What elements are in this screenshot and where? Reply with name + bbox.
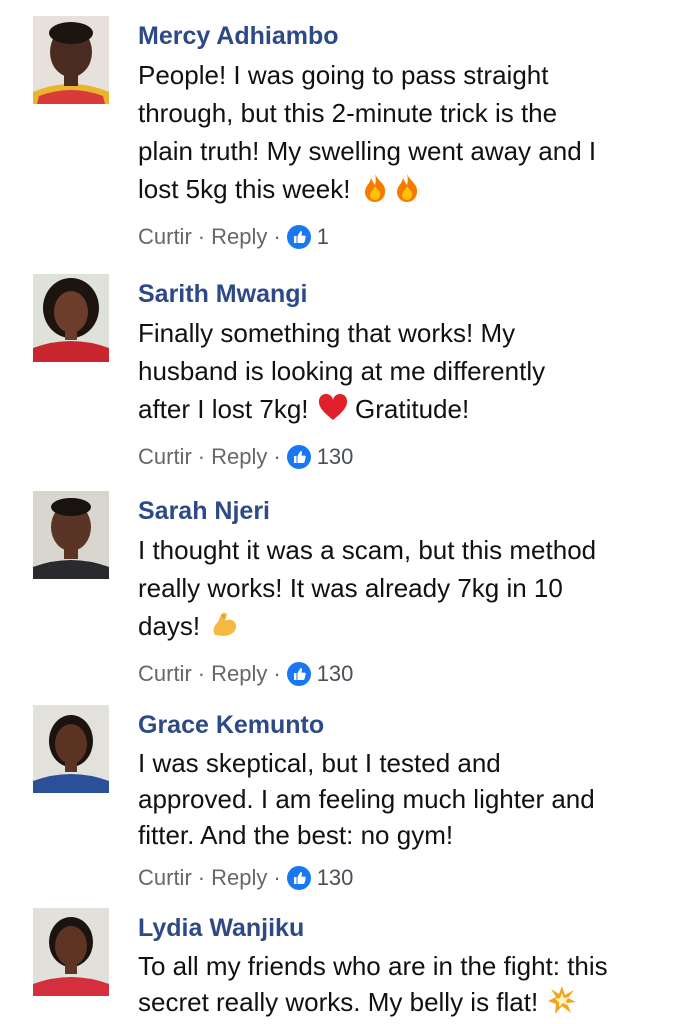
like-link[interactable]: Curtir bbox=[138, 222, 192, 252]
like-thumb-icon[interactable] bbox=[286, 225, 311, 249]
comment-body: Mercy Adhiambo People! I was going to pa… bbox=[138, 16, 668, 252]
comment-text: Finally something that works! My husband… bbox=[138, 314, 668, 432]
commenter-name[interactable]: Grace Kemunto bbox=[138, 709, 668, 741]
reaction-count: 130 bbox=[316, 661, 354, 686]
like-link[interactable]: Curtir bbox=[138, 442, 192, 472]
commenter-name[interactable]: Lydia Wanjiku bbox=[138, 912, 668, 944]
comment-body: Sarith Mwangi Finally something that wor… bbox=[138, 274, 668, 472]
biceps-icon bbox=[209, 609, 239, 649]
reaction-count: 1 bbox=[316, 224, 329, 249]
comment-body: Lydia Wanjiku To all my friends who are … bbox=[138, 908, 668, 1024]
comment-body: Sarah Njeri I thought it was a scam, but… bbox=[138, 491, 668, 689]
like-link[interactable]: Curtir bbox=[138, 863, 192, 893]
avatar[interactable] bbox=[33, 705, 109, 793]
comment-actions: Curtir · Reply · 130 bbox=[138, 863, 668, 893]
commenter-name[interactable]: Sarah Njeri bbox=[138, 495, 668, 527]
reply-link[interactable]: Reply bbox=[211, 863, 267, 893]
comment-body: Grace Kemunto I was skeptical, but I tes… bbox=[138, 705, 668, 893]
commenter-name[interactable]: Sarith Mwangi bbox=[138, 278, 668, 310]
avatar[interactable] bbox=[33, 491, 109, 579]
comment-text: I was skeptical, but I tested and approv… bbox=[138, 748, 595, 850]
reply-link[interactable]: Reply bbox=[211, 222, 267, 252]
reply-link[interactable]: Reply bbox=[211, 659, 267, 689]
reaction-count: 130 bbox=[316, 865, 354, 890]
like-thumb-icon[interactable] bbox=[286, 866, 311, 890]
avatar[interactable] bbox=[33, 16, 109, 104]
comment-actions: Curtir · Reply · 130 bbox=[138, 659, 668, 689]
comment-actions: Curtir · Reply · 130 bbox=[138, 442, 668, 472]
reaction-count: 130 bbox=[316, 444, 354, 469]
fire-icon bbox=[360, 172, 390, 212]
comment-text: To all my friends who are in the fight: … bbox=[138, 948, 668, 1024]
like-link[interactable]: Curtir bbox=[138, 659, 192, 689]
avatar[interactable] bbox=[33, 908, 109, 996]
comment-text: People! I was going to pass straight thr… bbox=[138, 56, 668, 212]
comment-actions: Curtir · Reply · 1 bbox=[138, 222, 668, 252]
avatar[interactable] bbox=[33, 274, 109, 362]
comment-text: I thought it was a scam, but this method… bbox=[138, 531, 668, 649]
commenter-name[interactable]: Mercy Adhiambo bbox=[138, 20, 668, 52]
like-thumb-icon[interactable] bbox=[286, 445, 311, 469]
collision-icon bbox=[547, 985, 577, 1024]
reply-link[interactable]: Reply bbox=[211, 442, 267, 472]
heart-icon bbox=[318, 393, 348, 432]
fire-icon bbox=[392, 172, 422, 212]
like-thumb-icon[interactable] bbox=[286, 662, 311, 686]
